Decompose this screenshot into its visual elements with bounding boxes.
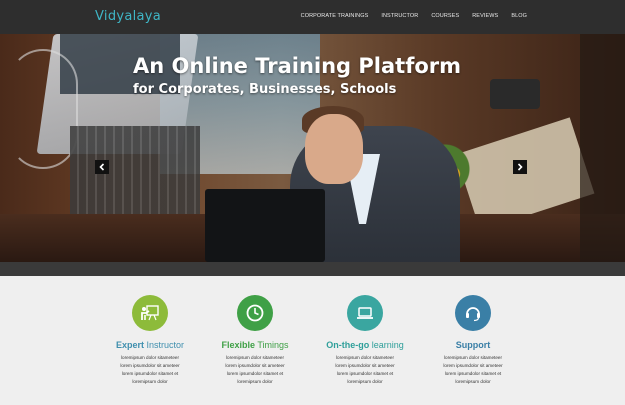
feature-desc-line: lorem ipsumdolor sit ameteer [443,363,503,368]
feature-desc-line: loremipsum dolor [455,379,491,384]
feature-desc-line: loremipsum dolor [347,379,383,384]
features-section: Expert Instructor loremipsum dolor sitam… [0,276,625,405]
feature-title: Expert Instructor [95,340,205,350]
feature-icon-circle [132,295,168,331]
feature-description: loremipsum dolor sitameteer lorem ipsumd… [418,354,528,386]
feature-title-bold: Support [455,340,491,350]
nav-reviews[interactable]: REVIEWS [472,13,498,19]
headset-icon [466,307,480,322]
feature-title-light: Instructor [144,340,185,350]
hero-bottom-strip [0,262,625,276]
hero-slider: An Online Training Platform for Corporat… [0,34,625,262]
clock-icon [246,304,264,322]
feature-title: Flexible Timings [200,340,310,350]
nav-courses[interactable]: COURSES [431,13,459,19]
hero-person-head [305,114,363,184]
feature-desc-line: lorem ipsumdolor sit ameteer [335,363,395,368]
feature-description: loremipsum dolor sitameteer lorem ipsumd… [200,354,310,386]
feature-icon-circle [455,295,491,331]
feature-expert-instructor: Expert Instructor loremipsum dolor sitam… [95,295,205,386]
feature-desc-line: lorem ipsumdolor sitamet et [226,371,284,376]
feature-title-bold: Expert [115,340,144,350]
feature-title-bold: Flexible [221,340,255,350]
nav-corporate-trainings[interactable]: CORPORATE TRAININGS [301,13,369,19]
main-nav: CORPORATE TRAININGS INSTRUCTOR COURSES R… [301,13,527,19]
laptop-icon [357,307,373,319]
feature-desc-line: loremipsum dolor sitameteer [444,355,502,360]
feature-title: Support [418,340,528,350]
feature-support: Support loremipsum dolor sitameteer lore… [418,295,528,386]
hero-subtitle: for Corporates, Businesses, Schools [133,82,397,97]
feature-desc-line: loremipsum dolor sitameteer [121,355,179,360]
feature-desc-line: lorem ipsumdolor sitamet et [336,371,394,376]
hero-title: An Online Training Platform [133,54,462,78]
feature-description: loremipsum dolor sitameteer lorem ipsumd… [95,354,205,386]
feature-desc-line: lorem ipsumdolor sit ameteer [120,363,180,368]
feature-desc-line: lorem ipsumdolor sit ameteer [225,363,285,368]
feature-icon-circle [347,295,383,331]
feature-title: On-the-go learning [310,340,420,350]
feature-desc-line: lorem ipsumdolor sitamet et [444,371,502,376]
feature-desc-line: loremipsum dolor sitameteer [336,355,394,360]
feature-title-light: learning [369,340,404,350]
feature-desc-line: lorem ipsumdolor sitamet et [121,371,179,376]
feature-icon-circle [237,295,273,331]
hero-bg-cable [8,49,78,169]
slider-next-button[interactable] [513,160,527,174]
chevron-right-icon [517,163,523,171]
feature-flexible-timings: Flexible Timings loremipsum dolor sitame… [200,295,310,386]
feature-description: loremipsum dolor sitameteer lorem ipsumd… [310,354,420,386]
hero-bg-keyboard [70,126,200,216]
site-header: Vidyalaya CORPORATE TRAININGS INSTRUCTOR… [0,0,625,34]
feature-on-the-go-learning: On-the-go learning loremipsum dolor sita… [310,295,420,386]
feature-title-bold: On-the-go [326,340,370,350]
feature-desc-line: loremipsum dolor sitameteer [226,355,284,360]
hero-bg-camera [490,79,540,109]
nav-instructor[interactable]: INSTRUCTOR [381,13,418,19]
nav-blog[interactable]: BLOG [511,13,527,19]
chevron-left-icon [99,163,105,171]
feature-desc-line: loremipsum dolor [237,379,273,384]
site-logo[interactable]: Vidyalaya [95,9,161,24]
feature-title-light: Timings [255,340,289,350]
slider-prev-button[interactable] [95,160,109,174]
hero-laptop [205,189,325,262]
presenter-icon [141,305,159,321]
feature-desc-line: loremipsum dolor [132,379,168,384]
hero-bg-shade [580,34,625,262]
